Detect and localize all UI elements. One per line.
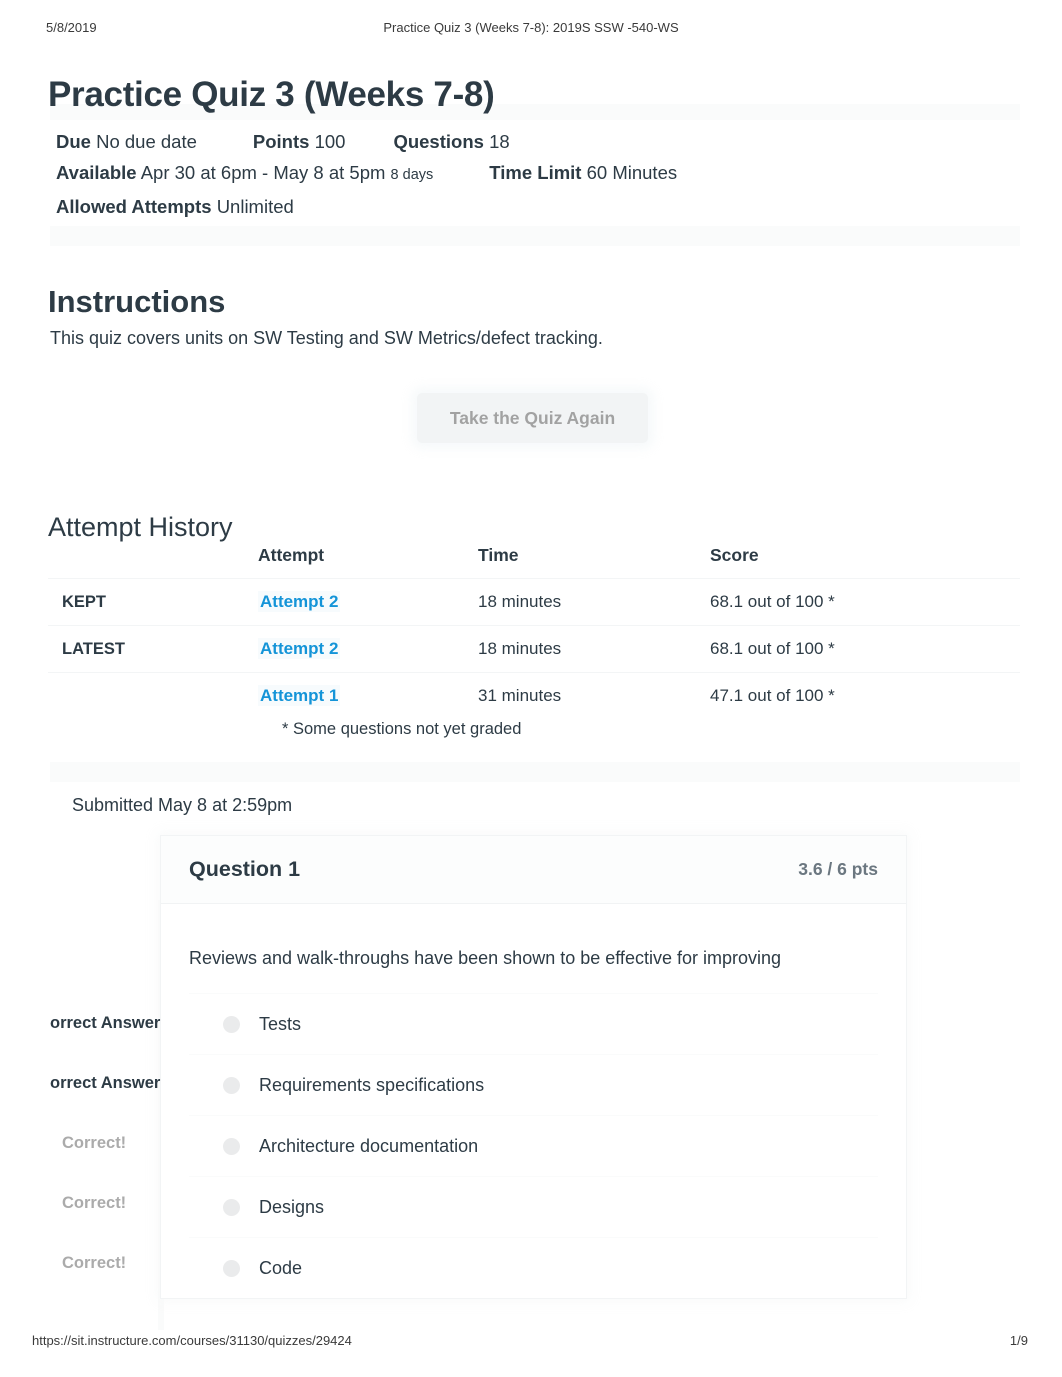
available-duration: 8 days <box>390 167 434 183</box>
allowed-attempts-value: Unlimited <box>216 196 294 217</box>
quiz-meta-row-2: Available Apr 30 at 6pm - May 8 at 5pm 8… <box>56 157 996 191</box>
answer-status-badge: Correct! <box>62 1134 127 1152</box>
instructions-heading: Instructions <box>48 283 226 319</box>
questions-label: Questions <box>393 131 484 152</box>
radio-icon[interactable] <box>223 1015 240 1033</box>
attempt-link[interactable]: Attempt 1 <box>258 685 341 706</box>
take-quiz-again-button[interactable]: Take the Quiz Again <box>417 393 648 443</box>
attempt-history-heading: Attempt History <box>48 512 233 543</box>
column-header-score: Score <box>710 545 759 565</box>
due-label: Due <box>56 131 91 152</box>
available-value: Apr 30 at 6pm - May 8 at 5pm <box>140 162 386 183</box>
attempt-link[interactable]: Attempt 2 <box>258 591 341 612</box>
answer-option[interactable]: Code <box>189 1237 878 1298</box>
row-score: 47.1 out of 100 * <box>710 672 1020 719</box>
answer-option[interactable]: Tests <box>189 993 878 1054</box>
answer-status-badge: orrect Answer <box>50 1074 161 1092</box>
question-label: Question 1 <box>189 857 301 881</box>
radio-icon[interactable] <box>223 1076 240 1094</box>
submitted-timestamp: Submitted May 8 at 2:59pm <box>72 795 293 815</box>
instructions-text: This quiz covers units on SW Testing and… <box>50 328 603 348</box>
answer-text: Code <box>259 1257 303 1278</box>
attempt-history-note: * Some questions not yet graded <box>282 720 522 738</box>
section-divider-attempts <box>50 762 1020 782</box>
row-time: 31 minutes <box>478 672 710 719</box>
row-time: 18 minutes <box>478 578 710 626</box>
section-divider-instructions <box>50 226 1020 246</box>
answer-text: Requirements specifications <box>259 1074 485 1095</box>
print-footer: https://sit.instructure.com/courses/3113… <box>0 1333 1062 1351</box>
row-time: 18 minutes <box>478 625 710 673</box>
row-flag: KEPT <box>48 578 258 626</box>
answer-status-badge: Correct! <box>62 1254 127 1272</box>
print-footer-page: 1/9 <box>1009 1333 1028 1348</box>
table-row: Attempt 1 31 minutes 47.1 out of 100 * <box>48 672 1020 719</box>
print-footer-url: https://sit.instructure.com/courses/3113… <box>32 1333 352 1348</box>
answer-list: Tests Requirements specifications Archit… <box>189 993 878 1298</box>
row-attempt: Attempt 1 <box>258 672 478 719</box>
column-header-flag <box>48 545 258 579</box>
attempt-link[interactable]: Attempt 2 <box>258 638 341 659</box>
questions-value: 18 <box>489 131 510 152</box>
column-header-time: Time <box>478 545 519 565</box>
question-card: Question 1 3.6 / 6 pts Reviews and walk-… <box>160 835 907 1300</box>
answer-option[interactable]: Designs <box>189 1176 878 1237</box>
available-label: Available <box>56 162 137 183</box>
radio-icon[interactable] <box>223 1259 240 1277</box>
row-score: 68.1 out of 100 * <box>710 578 1020 626</box>
answer-option[interactable]: Requirements specifications <box>189 1054 878 1115</box>
question-points: 3.6 / 6 pts <box>798 859 878 879</box>
radio-icon[interactable] <box>223 1137 240 1155</box>
question-header: Question 1 3.6 / 6 pts <box>161 836 906 904</box>
time-limit-value: 60 Minutes <box>586 162 678 183</box>
answer-text: Architecture documentation <box>259 1135 479 1156</box>
row-score: 68.1 out of 100 * <box>710 625 1020 673</box>
column-header-attempt: Attempt <box>258 545 325 565</box>
answer-text: Tests <box>259 1013 302 1034</box>
row-attempt: Attempt 2 <box>258 625 478 673</box>
answer-status-badge: Correct! <box>62 1194 127 1212</box>
answer-option[interactable]: Architecture documentation <box>189 1115 878 1176</box>
row-attempt: Attempt 2 <box>258 578 478 626</box>
print-header: 5/8/2019 Practice Quiz 3 (Weeks 7-8): 20… <box>0 20 1062 38</box>
table-row: LATEST Attempt 2 18 minutes 68.1 out of … <box>48 625 1020 673</box>
answer-text: Designs <box>259 1196 325 1217</box>
row-flag <box>48 672 258 719</box>
points-label: Points <box>252 131 310 152</box>
row-flag: LATEST <box>48 625 258 673</box>
due-value: No due date <box>96 131 197 152</box>
quiz-meta-row-3: Allowed Attempts Unlimited <box>56 191 996 222</box>
time-limit-label: Time Limit <box>489 162 582 183</box>
print-header-title: Practice Quiz 3 (Weeks 7-8): 2019S SSW -… <box>383 20 679 35</box>
allowed-attempts-label: Allowed Attempts <box>56 196 212 217</box>
page-title: Practice Quiz 3 (Weeks 7-8) <box>48 75 495 115</box>
radio-icon[interactable] <box>223 1198 240 1216</box>
question-body: Reviews and walk-throughs have been show… <box>161 904 906 1298</box>
attempt-history-table: Attempt Time Score KEPT Attempt 2 18 min… <box>48 545 1020 719</box>
points-value: 100 <box>314 131 346 152</box>
table-header-row: Attempt Time Score <box>48 545 1020 579</box>
quiz-meta-row-1: Due No due date Points 100 Questions 18 <box>56 126 996 157</box>
table-row: KEPT Attempt 2 18 minutes 68.1 out of 10… <box>48 578 1020 626</box>
question-text: Reviews and walk-throughs have been show… <box>189 948 781 968</box>
quiz-meta: Due No due date Points 100 Questions 18 Av… <box>56 126 996 222</box>
answer-status-badge: orrect Answer <box>50 1014 161 1032</box>
